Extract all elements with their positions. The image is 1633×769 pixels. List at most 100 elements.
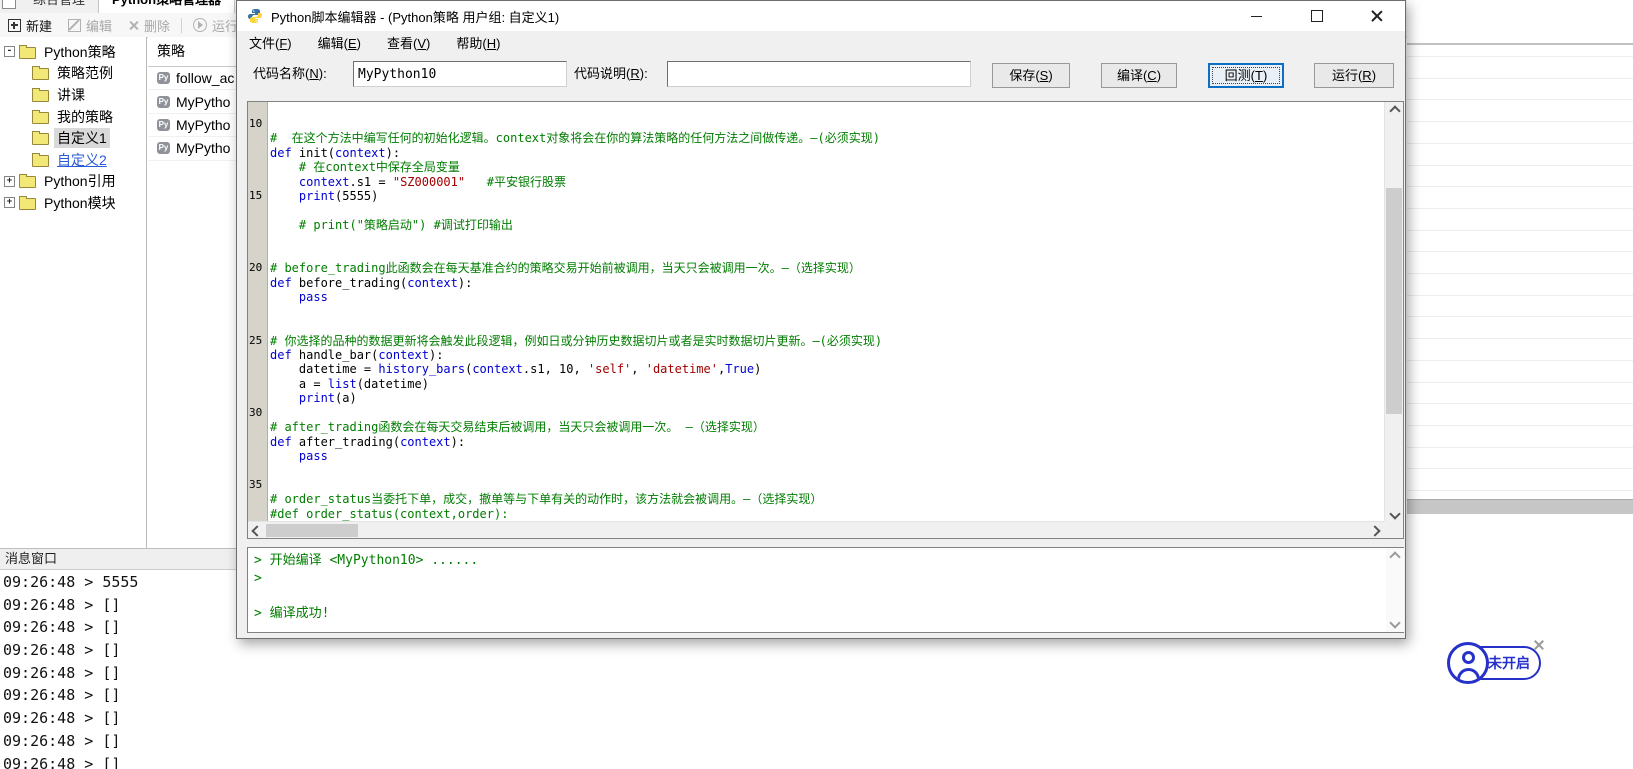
- code-token: # before_trading此函数会在每天基准合约的策略交易开始前被调用，当…: [270, 261, 861, 276]
- scroll-down-icon[interactable]: [1389, 508, 1401, 520]
- list-item-label: MyPytho: [176, 116, 231, 133]
- background-row-line: [1407, 273, 1633, 274]
- output-scrollbar[interactable]: [1386, 548, 1404, 632]
- line-number: [248, 247, 267, 261]
- line-number: 20: [249, 261, 263, 275]
- tree-item-label: 策略范例: [57, 65, 113, 82]
- code-token: (datetime): [356, 376, 429, 391]
- code-line: datetime = history_bars(context.s1, 10, …: [270, 362, 1384, 376]
- background-row-line: [1407, 251, 1633, 253]
- code-token: ):: [450, 434, 466, 449]
- maximize-button[interactable]: [1294, 1, 1339, 31]
- menu-item-h[interactable]: 帮助(H): [456, 33, 500, 52]
- code-name-input[interactable]: [353, 61, 567, 87]
- code-token: def: [270, 145, 292, 160]
- background-row-line: [1407, 490, 1633, 491]
- background-scrollbar[interactable]: [1407, 499, 1633, 514]
- code-token: context: [335, 145, 386, 160]
- menu-item-e[interactable]: 编辑(E): [318, 33, 361, 52]
- compile-button[interactable]: 编译(C): [1101, 63, 1177, 88]
- code-token: context: [378, 348, 429, 362]
- toolbar-label: 新建: [26, 18, 53, 34]
- delete-button[interactable]: 删除: [120, 13, 178, 37]
- code-token: pass: [298, 449, 328, 464]
- dialog-title: Python脚本编辑器 - (Python策略 用户组: 自定义1): [271, 9, 560, 25]
- close-button[interactable]: [1354, 1, 1399, 31]
- editor-vertical-scrollbar[interactable]: [1384, 102, 1403, 523]
- output-scroll-up-icon[interactable]: [1389, 551, 1401, 563]
- scroll-up-icon[interactable]: [1389, 105, 1401, 117]
- tab-2[interactable]: Python策略管理器: [99, 0, 236, 13]
- dialog-title-bar[interactable]: Python脚本编辑器 - (Python策略 用户组: 自定义1): [237, 1, 1405, 31]
- tree-expander-icon[interactable]: +: [4, 197, 15, 209]
- code-token: (a): [335, 391, 357, 406]
- python-file-icon: Py: [157, 142, 170, 155]
- scroll-right-icon[interactable]: [1369, 525, 1381, 537]
- save-button[interactable]: 保存(S): [992, 63, 1070, 88]
- code-token: pass: [298, 290, 328, 305]
- output-line: > 编译成功!: [254, 605, 330, 621]
- line-number: [248, 131, 267, 145]
- screen: { "app": { "tabs": [ {"label": "综合管理", "…: [0, 0, 1633, 769]
- menu-item-f[interactable]: 文件(F): [249, 33, 292, 52]
- code-editor[interactable]: 10 15 20 25 30 35 # 在这个方法中编写任何的初始化逻辑。context对…: [247, 101, 1404, 539]
- code-token: True: [725, 362, 755, 377]
- line-number: [248, 507, 267, 521]
- edit-icon: [68, 18, 82, 32]
- output-scroll-down-icon[interactable]: [1389, 617, 1401, 629]
- tree-item-label: Python引用: [44, 173, 116, 190]
- tab-1[interactable]: 综合管理: [20, 0, 100, 13]
- backtest-button[interactable]: 回测(T): [1208, 63, 1284, 88]
- code-line: # 你选择的品种的数据更新将会触发此段逻辑，例如日或分钟历史数据切片或者是实时数…: [270, 334, 1384, 348]
- menu-item-v[interactable]: 查看(V): [387, 33, 430, 52]
- edit-button[interactable]: 编辑: [60, 13, 120, 37]
- run-button[interactable]: 运行(R): [1314, 63, 1394, 88]
- list-item-label: follow_ac: [176, 70, 235, 87]
- python-logo-icon: [248, 9, 262, 23]
- code-token: .s1, 10,: [522, 362, 588, 377]
- assistant-avatar[interactable]: [1447, 642, 1489, 684]
- toolbar-label: 运行: [212, 18, 239, 34]
- code-token: context: [472, 362, 523, 377]
- nav-icon[interactable]: [2, 0, 16, 9]
- log-row: 09:26:48 > []: [3, 709, 121, 728]
- assistant-widget[interactable]: 未开启: [1447, 640, 1545, 688]
- tree-item[interactable]: 策略范例: [0, 63, 146, 85]
- background-row-line: [1407, 338, 1633, 340]
- tree-item[interactable]: 自定义2: [0, 149, 146, 171]
- tree-item[interactable]: 自定义1: [0, 127, 146, 149]
- tree-item[interactable]: + Python模块: [0, 192, 146, 214]
- tree-expander-icon[interactable]: +: [4, 175, 15, 187]
- editor-hscroll-thumb[interactable]: [266, 524, 358, 537]
- person-icon: [1462, 651, 1475, 664]
- tree-item[interactable]: + Python引用: [0, 171, 146, 193]
- line-number: [248, 233, 267, 247]
- code-token: # 在context中保存全局变量: [298, 160, 460, 175]
- code-desc-input[interactable]: [667, 61, 971, 87]
- code-line: def init(context):: [270, 146, 1384, 160]
- background-row-line: [1407, 316, 1633, 318]
- tree-item[interactable]: 我的策略: [0, 106, 146, 128]
- assistant-close-icon[interactable]: [1534, 640, 1544, 650]
- scroll-left-icon[interactable]: [251, 525, 263, 537]
- editor-code[interactable]: # 在这个方法中编写任何的初始化逻辑。context对象将会在你的算法策略的任何…: [268, 102, 1384, 521]
- code-line: # order_status当委托下单，成交，撤单等与下单有关的动作时，该方法就…: [270, 492, 1384, 506]
- log-row: 09:26:48 > []: [3, 731, 121, 750]
- new-button[interactable]: 新建: [0, 13, 60, 37]
- list-item-label: MyPytho: [176, 93, 231, 110]
- line-number: [248, 276, 267, 290]
- editor-line-numbers: 10 15 20 25 30 35: [248, 102, 267, 521]
- folder-icon: [19, 174, 36, 189]
- code-desc-label: 代码说明(R):: [574, 66, 648, 81]
- code-line: def handle_bar(context):: [270, 348, 1384, 362]
- tree-item[interactable]: - Python策略: [0, 41, 146, 63]
- tree-item[interactable]: 讲课: [0, 84, 146, 106]
- background-row-line: [1407, 186, 1633, 188]
- editor-vscroll-thumb[interactable]: [1386, 188, 1402, 414]
- tree-expander-icon[interactable]: -: [4, 46, 15, 58]
- minimize-button[interactable]: [1234, 1, 1279, 31]
- editor-horizontal-scrollbar[interactable]: [248, 521, 1384, 538]
